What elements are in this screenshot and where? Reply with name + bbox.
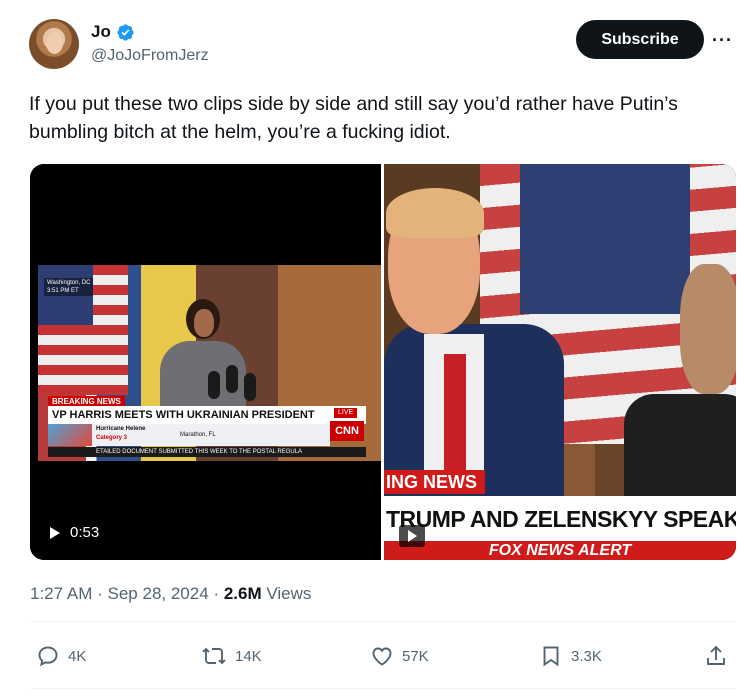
duration-label: 0:53 [70, 524, 100, 541]
share-icon[interactable] [704, 644, 728, 668]
views-label: Views [266, 584, 312, 603]
bookmark-icon[interactable] [539, 644, 563, 668]
location-bug: Washington, DC 3:51 PM ET [44, 278, 94, 296]
microphones-graphic [208, 365, 268, 405]
tweet-text: If you put these two clips side by side … [29, 93, 678, 143]
meta-separator: · [213, 584, 220, 603]
ticker-place: Marathon, FL [180, 432, 216, 438]
tweet-time[interactable]: 1:27 AM [30, 584, 92, 603]
fox-banner-tag: ING NEWS [384, 470, 486, 494]
more-options-icon[interactable]: ··· [712, 30, 733, 51]
like-button[interactable]: 57K [370, 644, 429, 668]
tie-graphic [444, 354, 466, 474]
media-container[interactable]: Washington, DC 3:51 PM ET BREAKING NEWS … [30, 164, 736, 560]
bookmark-count: 3.3K [571, 647, 602, 665]
location-time: 3:51 PM ET [47, 288, 79, 294]
video-clip-fox[interactable]: ING NEWS TRUMP AND ZELENSKYY SPEAK AI FO… [384, 164, 736, 560]
repost-icon[interactable] [201, 644, 227, 668]
weather-ticker: Hurricane Helene Category 3 Marathon, FL [48, 424, 330, 446]
heart-icon[interactable] [370, 644, 394, 668]
tweet-meta: 1:27 AM · Sep 28, 2024 · 2.6M Views [30, 584, 311, 604]
meta-separator: · [97, 584, 103, 603]
cnn-video-frame: Washington, DC 3:51 PM ET BREAKING NEWS … [38, 265, 381, 461]
cnn-headline: VP HARRIS MEETS WITH UKRAINIAN PRESIDENT… [48, 406, 366, 439]
news-crawl: ETAILED DOCUMENT SUBMITTED THIS WEEK TO … [48, 447, 366, 457]
repost-button[interactable]: 14K [201, 644, 262, 668]
avatar[interactable] [29, 19, 79, 69]
action-bar: 4K 14K 57K 3.3K [30, 644, 736, 670]
live-badge: LIVE [334, 408, 358, 418]
display-name[interactable]: Jo [91, 22, 111, 42]
ticker-category: Category 3 [96, 435, 128, 441]
reply-icon[interactable] [36, 644, 60, 668]
author-handle[interactable]: @JoJoFromJerz [91, 47, 209, 65]
location-city: Washington, DC [47, 280, 91, 286]
reply-count: 4K [68, 647, 87, 665]
divider [30, 621, 736, 622]
play-icon[interactable] [50, 526, 60, 539]
reply-button[interactable]: 4K [36, 644, 86, 668]
cnn-logo: CNN [330, 421, 364, 441]
views-count: 2.6M [223, 584, 262, 603]
fox-headline: TRUMP AND ZELENSKYY SPEAK AI [384, 496, 736, 542]
second-head-graphic [680, 264, 736, 394]
fox-alert-bar: FOX NEWS ALERT [384, 541, 736, 560]
tweet-date[interactable]: Sep 28, 2024 [108, 584, 209, 603]
hair-graphic [386, 188, 484, 238]
video-duration[interactable]: 0:53 [50, 524, 99, 541]
author-name-row[interactable]: Jo [91, 22, 135, 42]
verified-badge-icon[interactable] [116, 23, 135, 42]
divider [30, 688, 736, 689]
subscribe-button[interactable]: Subscribe [576, 20, 704, 59]
video-clip-cnn[interactable]: Washington, DC 3:51 PM ET BREAKING NEWS … [30, 164, 381, 560]
bookmark-button[interactable]: 3.3K [539, 644, 602, 668]
repost-count: 14K [235, 647, 262, 665]
play-icon[interactable] [408, 530, 417, 542]
hurricane-map-icon [48, 424, 92, 446]
ticker-title: Hurricane Helene [96, 426, 146, 432]
share-button[interactable] [704, 644, 728, 668]
play-button[interactable] [399, 525, 425, 547]
like-count: 57K [402, 647, 429, 665]
